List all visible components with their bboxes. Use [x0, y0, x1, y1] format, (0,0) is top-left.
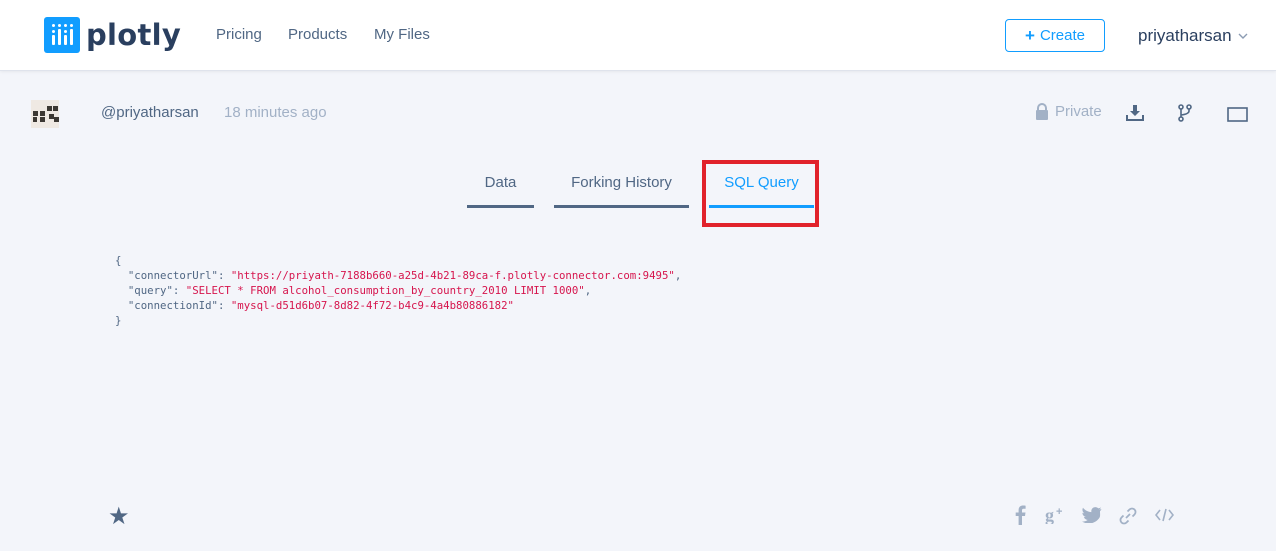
highlight-annotation-box [702, 160, 819, 227]
svg-text:+: + [1056, 506, 1062, 518]
json-key: "connectionId" [127, 299, 218, 312]
brand-name: plotly [86, 18, 182, 52]
json-value-connection-id: "mysql-d51d6b07-8d82-4f72-b4c9-4a4b80886… [230, 299, 514, 312]
json-separator: , [674, 269, 682, 282]
timestamp: 18 minutes ago [224, 104, 327, 121]
link-icon[interactable] [1118, 506, 1138, 526]
json-open-brace: { [115, 254, 122, 267]
plotly-logo-icon [44, 17, 80, 53]
json-key: "connectorUrl" [127, 269, 218, 282]
fullscreen-icon[interactable] [1227, 107, 1248, 122]
facebook-icon[interactable] [1014, 505, 1026, 525]
tab-forking-history-underline [554, 205, 689, 208]
json-value-connector-url: "https://priyath-7188b660-a25d-4b21-89ca… [230, 269, 675, 282]
privacy-label: Private [1055, 103, 1102, 120]
create-button-label: Create [1039, 27, 1085, 44]
avatar[interactable] [31, 100, 59, 128]
tab-data[interactable]: Data [467, 174, 534, 191]
tab-forking-history[interactable]: Forking History [554, 174, 689, 191]
plus-icon: + [1025, 25, 1035, 45]
username-label: priyatharsan [1138, 26, 1232, 45]
star-icon[interactable]: ★ [108, 502, 130, 531]
embed-code-icon[interactable] [1155, 508, 1174, 522]
tab-data-underline [467, 205, 534, 208]
json-value-query: "SELECT * FROM alcohol_consumption_by_co… [185, 284, 585, 297]
svg-text:g: g [1045, 506, 1054, 524]
json-separator: , [584, 284, 592, 297]
owner-handle[interactable]: @priyatharsan [101, 104, 199, 121]
json-close-brace: } [115, 314, 122, 327]
google-plus-icon[interactable]: g + [1045, 506, 1068, 524]
chevron-down-icon [1238, 33, 1248, 39]
create-button[interactable]: + Create [1005, 19, 1105, 52]
sql-query-json: { "connectorUrl": "https://priyath-7188b… [115, 254, 682, 327]
privacy-status[interactable]: Private [1035, 103, 1102, 120]
nav-link-pricing[interactable]: Pricing [216, 26, 262, 43]
lock-icon [1036, 103, 1048, 120]
user-menu[interactable]: priyatharsan [1138, 26, 1248, 46]
plotly-logo[interactable]: plotly [44, 17, 181, 53]
top-navigation-bar: plotly Pricing Products My Files + Creat… [0, 0, 1276, 71]
nav-link-my-files[interactable]: My Files [374, 26, 430, 43]
json-key: "query" [127, 284, 173, 297]
nav-link-products[interactable]: Products [288, 26, 347, 43]
download-icon[interactable] [1126, 104, 1144, 122]
fork-icon[interactable] [1178, 104, 1192, 122]
twitter-icon[interactable] [1082, 507, 1102, 523]
